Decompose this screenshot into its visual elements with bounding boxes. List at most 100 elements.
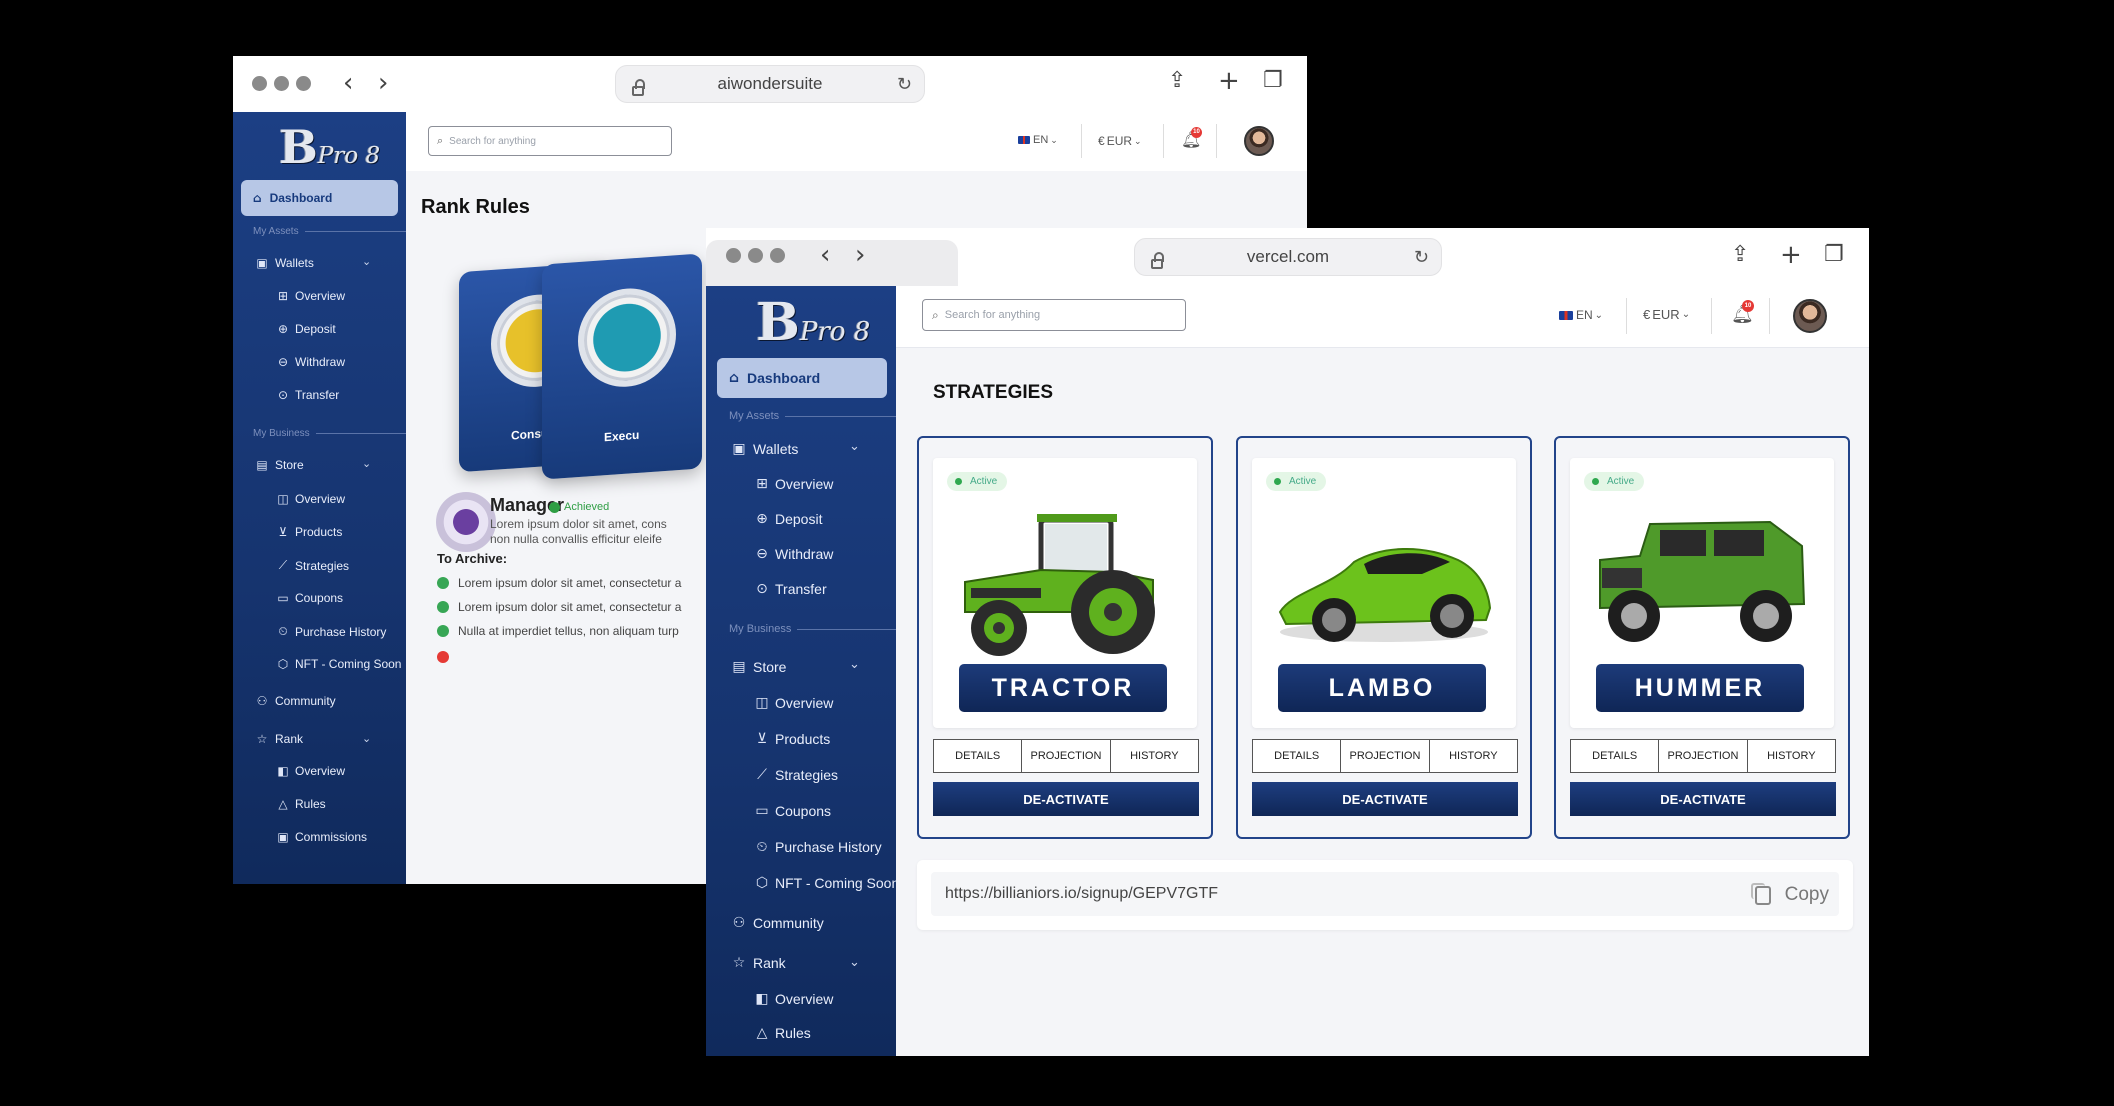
sidebar-item-coupons[interactable]: ▭ Coupons [275, 591, 343, 605]
sidebar-item-transfer[interactable]: ⊙ Transfer [275, 388, 339, 402]
details-tab[interactable]: DETAILS [1571, 740, 1660, 772]
avatar[interactable] [1793, 299, 1827, 333]
close-dot[interactable] [252, 76, 267, 91]
chart-icon: ⟋ [757, 767, 767, 783]
search-input[interactable]: ⌕ Search for anything [428, 126, 672, 156]
sidebar-item-purchase-history[interactable]: ⏲ Purchase History [753, 839, 882, 855]
minimize-dot[interactable] [274, 76, 289, 91]
sidebar-item-rules[interactable]: △ Rules [753, 1025, 811, 1041]
chevron-down-icon[interactable]: ⌄ [849, 657, 860, 672]
sidebar-item-rules[interactable]: △ Rules [275, 797, 325, 811]
currency-select[interactable]: € EUR ⌄ [1643, 307, 1690, 322]
sidebar-item-strategies[interactable]: ⟋ Strategies [753, 767, 838, 783]
address-bar[interactable]: aiwondersuite ↻ [615, 65, 925, 103]
logo-sub: Pro 8 [799, 317, 871, 347]
new-tab-icon[interactable]: + [1218, 66, 1240, 96]
tabs-overview-icon[interactable]: ❐ [1263, 68, 1283, 93]
new-tab-icon[interactable]: + [1780, 240, 1802, 270]
sidebar-item-store-overview[interactable]: ◫ Overview [753, 695, 833, 711]
address-bar[interactable]: vercel.com ↻ [1134, 238, 1442, 276]
avatar[interactable] [1244, 126, 1274, 156]
cube-icon: ⬡ [755, 875, 769, 891]
deactivate-button[interactable]: DE-ACTIVATE [933, 782, 1199, 816]
sidebar-item-community[interactable]: ⚇ Community [253, 694, 336, 708]
sidebar-item-withdraw[interactable]: ⊖ Withdraw [275, 355, 345, 369]
chevron-down-icon[interactable]: ⌄ [362, 457, 371, 470]
currency-select[interactable]: € EUR ⌄ [1098, 134, 1142, 148]
sidebar-label: Coupons [775, 803, 832, 819]
sidebar-item-dashboard[interactable]: ⌂ Dashboard [241, 180, 398, 216]
sidebar-item-dashboard[interactable]: ⌂ Dashboard [717, 358, 887, 398]
forward-arrow-icon[interactable]: › [855, 242, 865, 268]
chevron-down-icon[interactable]: ⌄ [849, 439, 860, 454]
sidebar-label: Dashboard [269, 191, 333, 205]
sidebar-item-nft[interactable]: ⬡ NFT - Coming Soon [753, 875, 896, 891]
search-input[interactable]: ⌕ Search for anything [922, 299, 1186, 331]
reload-icon[interactable]: ↻ [1414, 247, 1429, 268]
sidebar-item-rank-overview[interactable]: ◧ Overview [753, 991, 833, 1007]
maximize-dot[interactable] [296, 76, 311, 91]
sidebar-item-store-overview[interactable]: ◫ Overview [275, 492, 345, 506]
details-tab[interactable]: DETAILS [934, 740, 1023, 772]
status-badge: Active [1584, 472, 1645, 491]
sidebar-item-deposit[interactable]: ⊕ Deposit [753, 511, 822, 527]
forward-arrow-icon[interactable]: › [378, 70, 388, 96]
chevron-down-icon[interactable]: ⌄ [362, 732, 371, 745]
projection-tab[interactable]: PROJECTION [1022, 740, 1111, 772]
sidebar-item-rank-overview[interactable]: ◧ Overview [275, 764, 345, 778]
history-tab[interactable]: HISTORY [1748, 740, 1835, 772]
referral-link-box: https://billianiors.io/signup/GEPV7GTF C… [917, 860, 1853, 930]
language-select[interactable]: EN ⌄ [1559, 308, 1603, 322]
window-controls[interactable] [252, 76, 311, 91]
sidebar-item-rank[interactable]: ☆ Rank [729, 955, 786, 971]
section-label: My Business [729, 623, 792, 635]
deactivate-button[interactable]: DE-ACTIVATE [1570, 782, 1836, 816]
sidebar-item-withdraw[interactable]: ⊖ Withdraw [753, 546, 833, 562]
share-icon[interactable]: ⇪ [1168, 68, 1186, 93]
url-text: vercel.com [1246, 247, 1330, 266]
active-tab[interactable] [706, 240, 958, 286]
sidebar-item-deposit[interactable]: ⊕ Deposit [275, 322, 336, 336]
deactivate-button[interactable]: DE-ACTIVATE [1252, 782, 1518, 816]
sidebar-item-transfer[interactable]: ⊙ Transfer [753, 581, 826, 597]
minimize-dot[interactable] [748, 248, 763, 263]
language-select[interactable]: EN ⌄ [1018, 134, 1058, 146]
reload-icon[interactable]: ↻ [897, 74, 912, 95]
sidebar-item-rank[interactable]: ☆ Rank [253, 732, 303, 746]
details-tab[interactable]: DETAILS [1253, 740, 1342, 772]
sidebar-item-store[interactable]: ▤ Store [253, 458, 303, 472]
sidebar-item-wallets[interactable]: ▣ Wallets [729, 441, 798, 457]
chevron-down-icon[interactable]: ⌄ [362, 255, 371, 268]
sidebar-item-products[interactable]: ⊻ Products [753, 731, 830, 747]
status-label: Active [1289, 476, 1317, 487]
history-tab[interactable]: HISTORY [1111, 740, 1198, 772]
sidebar-item-commissions[interactable]: ▣ Commissions [275, 830, 367, 844]
rank-card-executive[interactable]: Execu [542, 253, 702, 480]
sidebar-item-coupons[interactable]: ▭ Coupons [753, 803, 831, 819]
referral-url-field[interactable]: https://billianiors.io/signup/GEPV7GTF [931, 872, 1839, 916]
sidebar-item-wallet-overview[interactable]: ⊞ Overview [753, 476, 833, 492]
sidebar-label: Products [775, 731, 831, 747]
sidebar-item-products[interactable]: ⊻ Products [275, 525, 343, 539]
sidebar-item-wallet-overview[interactable]: ⊞ Overview [275, 289, 345, 303]
sidebar-item-wallets[interactable]: ▣ Wallets [253, 256, 314, 270]
projection-tab[interactable]: PROJECTION [1659, 740, 1748, 772]
notification-badge: 10 [1191, 127, 1202, 138]
sidebar-item-nft[interactable]: ⬡ NFT - Coming Soon [275, 657, 402, 671]
projection-tab[interactable]: PROJECTION [1341, 740, 1430, 772]
back-arrow-icon[interactable]: ‹ [343, 70, 353, 96]
back-arrow-icon[interactable]: ‹ [820, 242, 830, 268]
history-tab[interactable]: HISTORY [1430, 740, 1517, 772]
maximize-dot[interactable] [770, 248, 785, 263]
notification-badge: 10 [1742, 300, 1754, 312]
sidebar-item-purchase-history[interactable]: ⏲ Purchase History [275, 624, 386, 639]
share-icon[interactable]: ⇪ [1731, 242, 1749, 267]
sidebar-item-community[interactable]: ⚇ Community [729, 915, 824, 931]
sidebar-item-store[interactable]: ▤ Store [729, 659, 786, 675]
copy-button[interactable]: Copy [1750, 882, 1829, 906]
tabs-overview-icon[interactable]: ❐ [1824, 242, 1844, 267]
window-controls[interactable] [726, 248, 785, 263]
sidebar-item-strategies[interactable]: ⟋ Strategies [275, 558, 349, 573]
chevron-down-icon[interactable]: ⌄ [849, 955, 860, 970]
close-dot[interactable] [726, 248, 741, 263]
